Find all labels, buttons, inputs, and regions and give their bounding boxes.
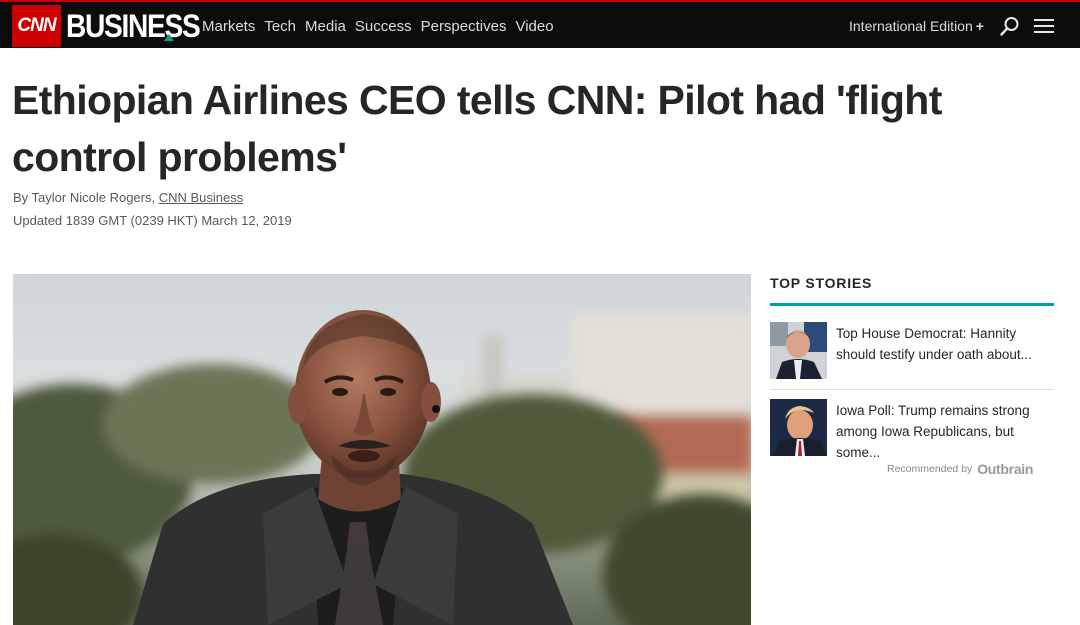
- top-story-item[interactable]: Top House Democrat: Hannity should testi…: [770, 322, 1054, 382]
- edition-label: International Edition: [849, 18, 973, 34]
- recommended-by-label: Recommended by: [887, 463, 973, 475]
- story-thumbnail[interactable]: [770, 322, 827, 379]
- hero-illustration: [13, 310, 751, 625]
- search-icon[interactable]: [1000, 16, 1020, 36]
- hero-video-image[interactable]: [13, 274, 751, 625]
- story-divider: [770, 389, 1054, 390]
- story-thumbnail-image: [770, 399, 827, 456]
- story-thumbnail[interactable]: [770, 399, 827, 456]
- top-navigation-bar: CNN BUSINESS Markets Tech Media Success …: [0, 0, 1080, 48]
- byline-source-link[interactable]: CNN Business: [159, 190, 244, 205]
- edition-plus-icon: +: [975, 18, 984, 34]
- top-stories-heading: TOP STORIES: [770, 275, 873, 291]
- nav-item-markets[interactable]: Markets: [202, 18, 255, 35]
- top-stories-divider: [770, 303, 1054, 306]
- business-section-logo[interactable]: BUSINESS: [66, 6, 201, 46]
- nav-item-perspectives[interactable]: Perspectives: [421, 18, 507, 35]
- logo-triangle-icon: [164, 34, 174, 41]
- story-thumbnail-image: [770, 322, 827, 379]
- nav-item-tech[interactable]: Tech: [264, 18, 296, 35]
- story-headline[interactable]: Top House Democrat: Hannity should testi…: [836, 323, 1056, 365]
- article-headline: Ethiopian Airlines CEO tells CNN: Pilot …: [12, 77, 942, 180]
- outbrain-recommendation[interactable]: Recommended by Outbrain: [887, 460, 1033, 478]
- outbrain-logo: Outbrain: [977, 461, 1034, 477]
- article-byline: By Taylor Nicole Rogers, CNN Business: [13, 190, 243, 205]
- story-headline[interactable]: Iowa Poll: Trump remains strong among Io…: [836, 400, 1056, 463]
- cnn-logo[interactable]: CNN: [12, 5, 61, 47]
- main-nav: Markets Tech Media Success Perspectives …: [202, 2, 563, 50]
- edition-selector[interactable]: International Edition +: [849, 2, 984, 50]
- nav-item-success[interactable]: Success: [355, 18, 412, 35]
- top-story-item[interactable]: Iowa Poll: Trump remains strong among Io…: [770, 399, 1054, 460]
- nav-item-media[interactable]: Media: [305, 18, 346, 35]
- hamburger-menu-icon[interactable]: [1034, 18, 1054, 34]
- byline-author: By Taylor Nicole Rogers,: [13, 190, 159, 205]
- article-updated-timestamp: Updated 1839 GMT (0239 HKT) March 12, 20…: [13, 213, 292, 228]
- nav-item-video[interactable]: Video: [515, 18, 553, 35]
